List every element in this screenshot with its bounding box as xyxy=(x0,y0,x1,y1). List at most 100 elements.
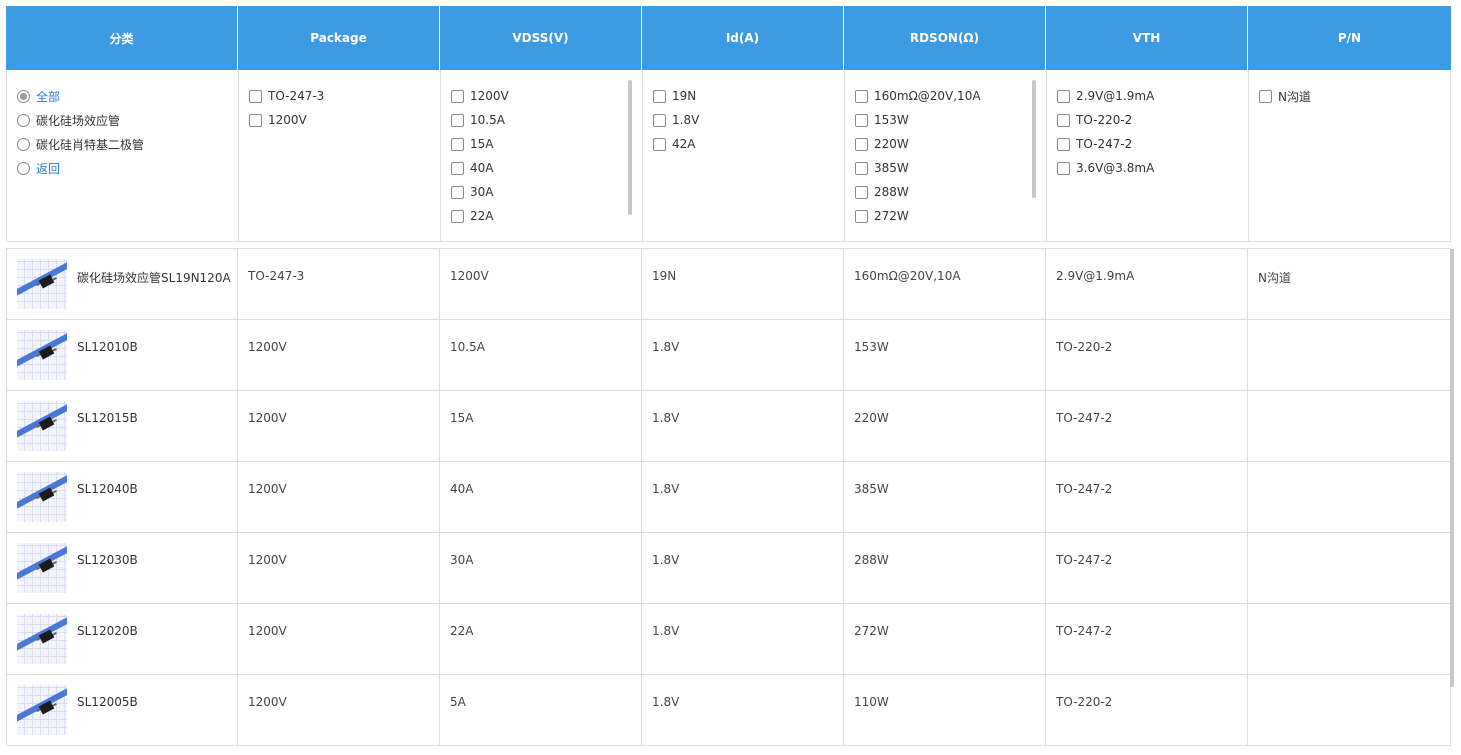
id-value: 1.8V xyxy=(642,604,844,674)
category-option-sic-mosfet[interactable]: 碳化硅场效应管 xyxy=(17,108,228,132)
pn-value xyxy=(1248,533,1451,603)
table-row[interactable]: SL12030B 1200V 30A 1.8V 288W TO-247-2 xyxy=(7,533,1450,604)
checkbox-icon[interactable] xyxy=(1057,161,1070,175)
pn-filter: N沟道 xyxy=(1249,70,1452,241)
product-thumbnail[interactable] xyxy=(17,685,67,735)
product-name[interactable]: SL12040B xyxy=(77,472,138,496)
filter-option[interactable]: 153W xyxy=(855,108,1036,132)
radio-icon[interactable] xyxy=(17,161,30,175)
table-row[interactable]: SL12005B 1200V 5A 1.8V 110W TO-220-2 xyxy=(7,675,1450,746)
filter-option[interactable]: 30A xyxy=(451,180,632,204)
checkbox-icon[interactable] xyxy=(451,185,464,199)
rdson-value: 220W xyxy=(844,391,1046,461)
scrollbar[interactable] xyxy=(628,80,632,215)
filter-option[interactable]: 272W xyxy=(855,204,1036,228)
checkbox-icon[interactable] xyxy=(451,161,464,175)
table-row[interactable]: SL12020B 1200V 22A 1.8V 272W TO-247-2 xyxy=(7,604,1450,675)
filter-option[interactable]: 19N xyxy=(653,84,834,108)
product-thumbnail[interactable] xyxy=(17,259,67,309)
product-name[interactable]: SL12020B xyxy=(77,614,138,638)
filter-option[interactable]: 160mΩ@20V,10A xyxy=(855,84,1036,108)
filter-option[interactable]: TO-247-2 xyxy=(1057,132,1238,156)
filter-option[interactable]: 288W xyxy=(855,180,1036,204)
table-row[interactable]: 碳化硅场效应管SL19N120A TO-247-3 1200V 19N 160m… xyxy=(7,249,1450,320)
table-row[interactable]: SL12010B 1200V 10.5A 1.8V 153W TO-220-2 xyxy=(7,320,1450,391)
table-row[interactable]: SL12015B 1200V 15A 1.8V 220W TO-247-2 xyxy=(7,391,1450,462)
product-cell[interactable]: SL12030B xyxy=(7,533,238,603)
table-scrollbar[interactable] xyxy=(1450,249,1454,687)
product-thumbnail[interactable] xyxy=(17,614,67,664)
product-name[interactable]: 碳化硅场效应管SL19N120A xyxy=(77,259,231,286)
id-value: 19N xyxy=(642,249,844,319)
checkbox-icon[interactable] xyxy=(451,89,464,103)
checkbox-icon[interactable] xyxy=(249,113,262,127)
filter-row: 全部 碳化硅场效应管 碳化硅肖特基二极管 返回 TO-247-3 1200V 1… xyxy=(6,70,1451,242)
product-name[interactable]: SL12015B xyxy=(77,401,138,425)
product-cell[interactable]: SL12040B xyxy=(7,462,238,532)
product-name[interactable]: SL12010B xyxy=(77,330,138,354)
checkbox-icon[interactable] xyxy=(1057,113,1070,127)
filter-option[interactable]: N沟道 xyxy=(1259,84,1442,108)
package-value: 1200V xyxy=(238,391,440,461)
product-thumbnail[interactable] xyxy=(17,330,67,380)
product-cell[interactable]: SL12005B xyxy=(7,675,238,745)
filter-option[interactable]: 1200V xyxy=(249,108,430,132)
checkbox-icon[interactable] xyxy=(653,89,666,103)
checkbox-icon[interactable] xyxy=(451,209,464,223)
filter-option[interactable]: TO-220-2 xyxy=(1057,108,1238,132)
checkbox-icon[interactable] xyxy=(1057,137,1070,151)
filter-option[interactable]: 15A xyxy=(451,132,632,156)
product-cell[interactable]: SL12020B xyxy=(7,604,238,674)
id-value: 1.8V xyxy=(642,391,844,461)
filter-option[interactable]: 385W xyxy=(855,156,1036,180)
checkbox-icon[interactable] xyxy=(855,113,868,127)
checkbox-icon[interactable] xyxy=(653,113,666,127)
radio-icon[interactable] xyxy=(17,89,30,103)
package-value: TO-247-3 xyxy=(238,249,440,319)
filter-option[interactable]: 40A xyxy=(451,156,632,180)
product-cell[interactable]: SL12010B xyxy=(7,320,238,390)
checkbox-icon[interactable] xyxy=(855,137,868,151)
filter-option[interactable]: 10.5A xyxy=(451,108,632,132)
filter-label: 19N xyxy=(672,89,697,103)
product-thumbnail[interactable] xyxy=(17,543,67,593)
vdss-value: 15A xyxy=(440,391,642,461)
product-name[interactable]: SL12030B xyxy=(77,543,138,567)
checkbox-icon[interactable] xyxy=(855,89,868,103)
category-option-sic-schottky[interactable]: 碳化硅肖特基二极管 xyxy=(17,132,228,156)
radio-icon[interactable] xyxy=(17,137,30,151)
filter-option[interactable]: 1200V xyxy=(451,84,632,108)
filter-label: 42A xyxy=(672,137,696,151)
filter-option[interactable]: 2.9V@1.9mA xyxy=(1057,84,1238,108)
checkbox-icon[interactable] xyxy=(451,137,464,151)
vth-value: TO-247-2 xyxy=(1046,462,1248,532)
filter-label: 15A xyxy=(470,137,494,151)
product-cell[interactable]: SL12015B xyxy=(7,391,238,461)
radio-icon[interactable] xyxy=(17,113,30,127)
checkbox-icon[interactable] xyxy=(451,113,464,127)
checkbox-icon[interactable] xyxy=(1057,89,1070,103)
filter-option[interactable]: 22A xyxy=(451,204,632,228)
filter-option[interactable]: 42A xyxy=(653,132,834,156)
checkbox-icon[interactable] xyxy=(249,89,262,103)
vdss-value: 22A xyxy=(440,604,642,674)
checkbox-icon[interactable] xyxy=(855,185,868,199)
product-name[interactable]: SL12005B xyxy=(77,685,138,709)
category-option-back[interactable]: 返回 xyxy=(17,156,228,180)
checkbox-icon[interactable] xyxy=(855,209,868,223)
checkbox-icon[interactable] xyxy=(855,161,868,175)
table-row[interactable]: SL12040B 1200V 40A 1.8V 385W TO-247-2 xyxy=(7,462,1450,533)
scrollbar[interactable] xyxy=(1032,80,1036,198)
category-option-all[interactable]: 全部 xyxy=(17,84,228,108)
product-cell[interactable]: 碳化硅场效应管SL19N120A xyxy=(7,249,238,319)
product-thumbnail[interactable] xyxy=(17,472,67,522)
vdss-value: 5A xyxy=(440,675,642,745)
filter-option[interactable]: 3.6V@3.8mA xyxy=(1057,156,1238,180)
checkbox-icon[interactable] xyxy=(1259,89,1272,103)
vdss-value: 30A xyxy=(440,533,642,603)
filter-option[interactable]: 1.8V xyxy=(653,108,834,132)
filter-option[interactable]: 220W xyxy=(855,132,1036,156)
product-thumbnail[interactable] xyxy=(17,401,67,451)
filter-option[interactable]: TO-247-3 xyxy=(249,84,430,108)
checkbox-icon[interactable] xyxy=(653,137,666,151)
